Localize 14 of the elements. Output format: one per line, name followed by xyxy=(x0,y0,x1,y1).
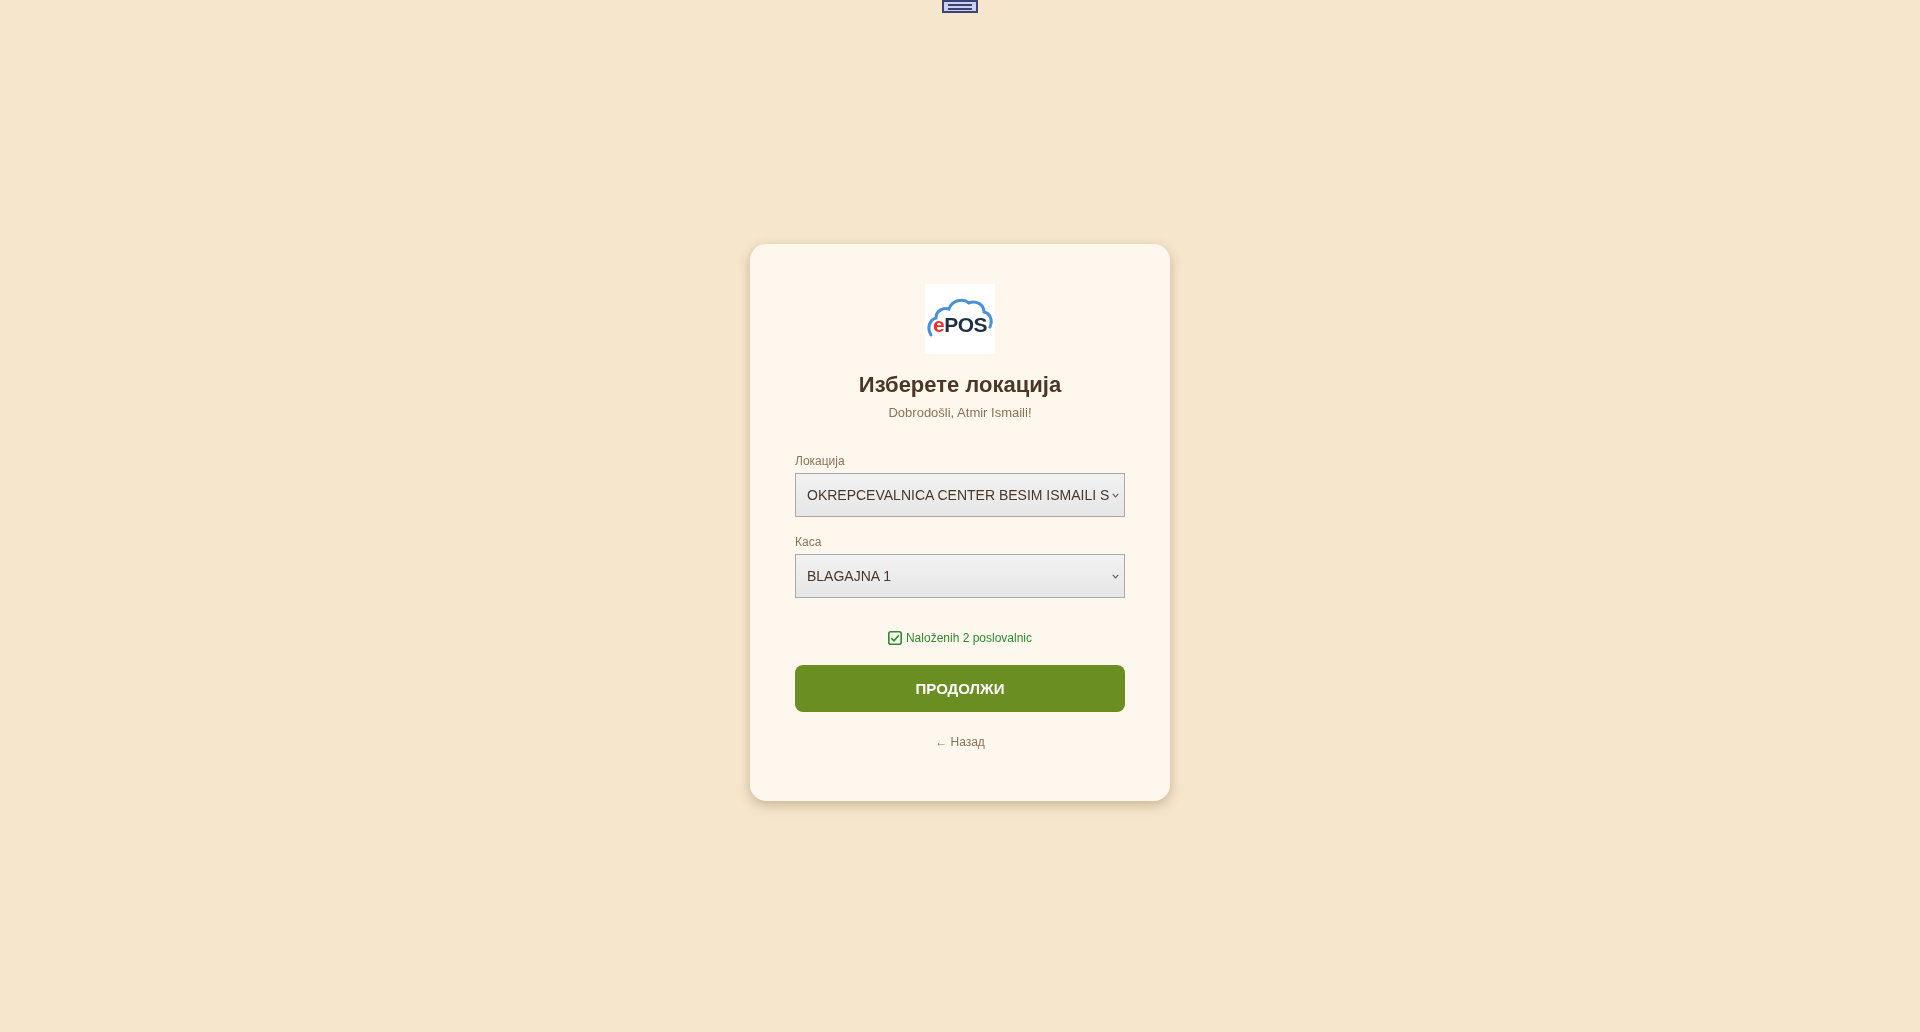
caret-icon xyxy=(1112,492,1119,498)
logo-wordmark: ePOS xyxy=(932,314,987,336)
cloud-icon xyxy=(927,297,993,339)
handle-tab[interactable] xyxy=(942,0,978,13)
page-title: Изберете локација xyxy=(857,371,1063,399)
select-field[interactable]: OKREPCEVALNICA CENTER BESIM ISMAILI S xyxy=(795,473,1125,517)
continue-button[interactable]: ПРОДОЛЖИ xyxy=(795,665,1125,712)
select-field[interactable]: BLAGAJNA 1 xyxy=(795,554,1125,598)
status-text: Naloženih 2 poslovalnic xyxy=(905,630,1033,647)
back-link[interactable]: ← Назад xyxy=(935,733,985,751)
caret-icon xyxy=(1112,573,1119,579)
welcome-text: Dobrodošli, Atmir Ismaili! xyxy=(887,404,1033,422)
field-label: Локација xyxy=(795,453,846,470)
field-label: Каса xyxy=(795,534,823,551)
